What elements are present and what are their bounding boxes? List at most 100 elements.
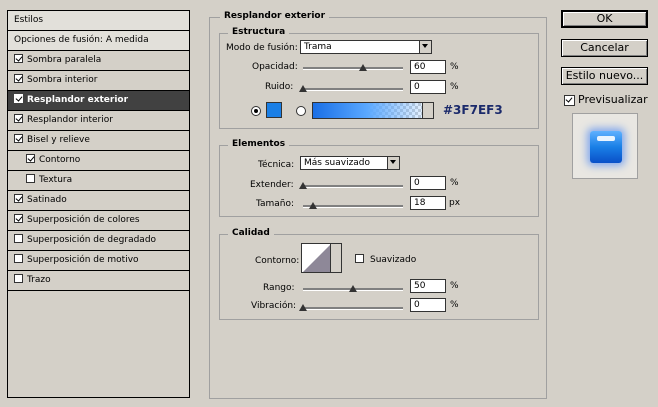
chevron-down-icon — [330, 244, 341, 272]
style-item-checkbox[interactable] — [14, 254, 23, 263]
spread-slider[interactable] — [299, 182, 403, 189]
range-unit: % — [450, 281, 459, 291]
size-slider-thumb[interactable] — [309, 202, 317, 209]
jitter-unit: % — [450, 300, 459, 310]
contour-label: Contorno: — [255, 256, 300, 266]
style-item-checkbox[interactable] — [26, 154, 35, 163]
style-item[interactable]: Trazo — [8, 271, 189, 291]
range-value: 50 — [414, 281, 426, 291]
noise-label: Ruido: — [265, 82, 294, 92]
style-item[interactable]: Resplandor exterior — [8, 91, 189, 111]
blending-options-item[interactable]: Opciones de fusión: A medida — [8, 31, 189, 51]
opacity-label: Opacidad: — [252, 62, 298, 72]
style-item-checkbox[interactable] — [14, 134, 23, 143]
color-hex-label: #3F7EF3 — [443, 103, 503, 117]
style-item-checkbox[interactable] — [14, 54, 23, 63]
size-slider[interactable] — [303, 202, 403, 209]
opacity-slider[interactable] — [303, 64, 403, 71]
spread-unit: % — [450, 178, 459, 188]
opacity-input[interactable]: 60 — [410, 60, 446, 74]
style-item[interactable]: Superposición de degradado — [8, 231, 189, 251]
style-item[interactable]: Superposición de colores — [8, 211, 189, 231]
style-item-checkbox[interactable] — [26, 174, 35, 183]
style-item[interactable]: Superposición de motivo — [8, 251, 189, 271]
technique-label: Técnica: — [258, 160, 295, 170]
range-slider[interactable] — [303, 285, 403, 292]
style-item-checkbox[interactable] — [14, 114, 23, 123]
spread-value: 0 — [414, 178, 420, 188]
style-item-checkbox[interactable] — [14, 274, 23, 283]
style-item-label: Sombra paralela — [27, 55, 102, 65]
style-item[interactable]: Sombra paralela — [8, 51, 189, 71]
noise-slider[interactable] — [299, 85, 403, 92]
gradient-picker[interactable] — [312, 102, 434, 119]
style-item-checkbox[interactable] — [14, 214, 23, 223]
style-item[interactable]: Bisel y relieve — [8, 131, 189, 151]
spread-label: Extender: — [250, 180, 294, 190]
range-input[interactable]: 50 — [410, 279, 446, 293]
size-value: 18 — [414, 198, 426, 208]
new-style-button[interactable]: Estilo nuevo... — [561, 67, 648, 85]
style-item-checkbox[interactable] — [14, 74, 23, 83]
style-item-label: Sombra interior — [27, 75, 98, 85]
style-item[interactable]: Contorno — [8, 151, 189, 171]
antialias-checkbox[interactable] — [355, 254, 364, 263]
style-item-checkbox[interactable] — [14, 194, 23, 203]
style-item-label: Bisel y relieve — [27, 135, 90, 145]
style-item-label: Resplandor interior — [27, 115, 113, 125]
style-item-label: Contorno — [39, 155, 81, 165]
jitter-input[interactable]: 0 — [410, 298, 446, 312]
opacity-value: 60 — [414, 62, 426, 72]
style-item-checkbox[interactable] — [14, 94, 23, 103]
style-item[interactable]: Textura — [8, 171, 189, 191]
style-item-label: Superposición de colores — [27, 215, 140, 225]
gradient-radio[interactable] — [296, 106, 306, 116]
chevron-down-icon — [422, 103, 433, 118]
preview-label: Previsualizar — [578, 93, 648, 106]
preview-highlight — [597, 136, 615, 141]
jitter-slider-thumb[interactable] — [299, 304, 307, 311]
technique-select[interactable]: Más suavizado — [300, 156, 400, 170]
ok-button[interactable]: OK — [561, 10, 648, 28]
contour-preview-icon — [303, 244, 331, 272]
blend-mode-select[interactable]: Trama — [300, 40, 432, 54]
jitter-value: 0 — [414, 300, 420, 310]
style-item-label: Textura — [39, 175, 73, 185]
size-unit: px — [449, 198, 461, 208]
style-item-label: Satinado — [27, 195, 67, 205]
opacity-unit: % — [450, 62, 459, 72]
spread-input[interactable]: 0 — [410, 176, 446, 190]
styles-title-label: Estilos — [14, 15, 44, 25]
technique-value: Más suavizado — [304, 158, 371, 168]
style-item[interactable]: Sombra interior — [8, 71, 189, 91]
style-item-label: Trazo — [27, 275, 51, 285]
style-preview — [572, 113, 638, 179]
jitter-slider[interactable] — [299, 304, 403, 311]
solid-color-radio[interactable] — [251, 106, 261, 116]
styles-title[interactable]: Estilos — [8, 11, 189, 31]
style-item-checkbox[interactable] — [14, 234, 23, 243]
style-item[interactable]: Satinado — [8, 191, 189, 211]
size-label: Tamaño: — [256, 199, 295, 209]
noise-input[interactable]: 0 — [410, 80, 446, 94]
size-input[interactable]: 18 — [410, 196, 446, 210]
blending-options-label: Opciones de fusión: A medida — [14, 35, 149, 45]
cancel-button[interactable]: Cancelar — [561, 39, 648, 57]
noise-slider-thumb[interactable] — [299, 85, 307, 92]
structure-title: Estructura — [228, 27, 290, 37]
quality-title: Calidad — [228, 228, 274, 238]
preview-glow-shape — [590, 131, 622, 163]
range-label: Rango: — [263, 283, 295, 293]
blend-mode-label: Modo de fusión: — [226, 43, 298, 53]
preview-checkbox[interactable] — [564, 95, 575, 106]
noise-unit: % — [450, 82, 459, 92]
style-item-label: Superposición de degradado — [27, 235, 157, 245]
range-slider-thumb[interactable] — [349, 285, 357, 292]
style-item[interactable]: Resplandor interior — [8, 111, 189, 131]
spread-slider-thumb[interactable] — [299, 182, 307, 189]
jitter-label: Vibración: — [251, 301, 297, 311]
color-swatch[interactable] — [266, 102, 282, 118]
noise-value: 0 — [414, 82, 420, 92]
opacity-slider-thumb[interactable] — [359, 64, 367, 71]
contour-picker[interactable] — [301, 243, 342, 273]
